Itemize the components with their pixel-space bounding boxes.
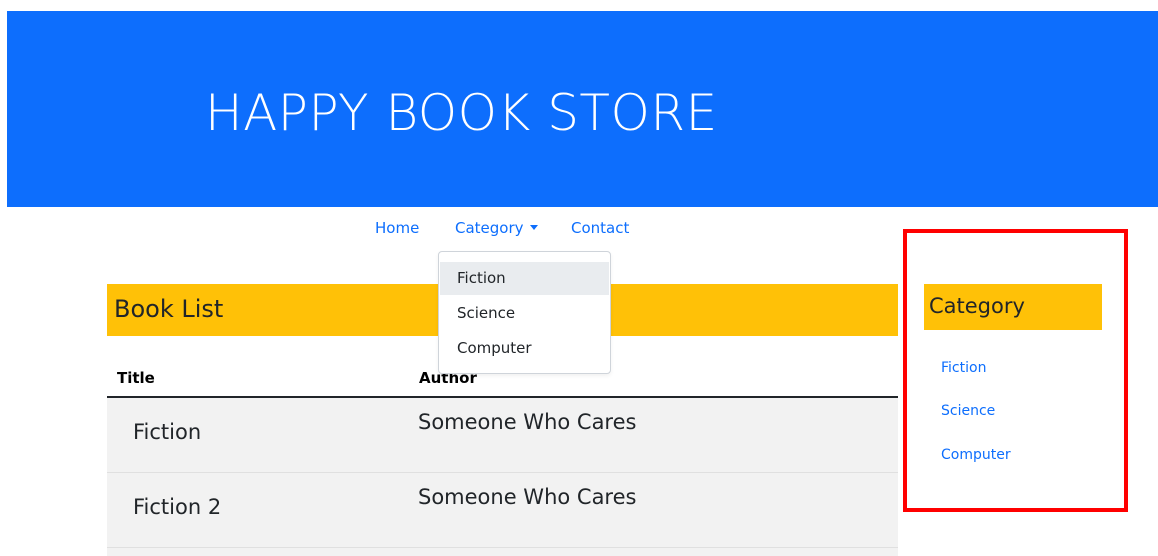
sidebar-link-science[interactable]: Science xyxy=(941,403,995,419)
book-title-cell: Fiction xyxy=(133,420,202,444)
dropdown-item-science[interactable]: Science xyxy=(440,297,609,330)
dropdown-item-fiction[interactable]: Fiction xyxy=(440,262,609,295)
sidebar-link-computer[interactable]: Computer xyxy=(941,447,1011,463)
book-title-cell: Fiction 2 xyxy=(133,495,222,519)
category-dropdown-menu: Fiction Science Computer xyxy=(438,251,611,374)
sidebar-link-fiction[interactable]: Fiction xyxy=(941,360,986,376)
book-author-cell: Someone Who Cares xyxy=(418,410,637,434)
nav-category-label: Category xyxy=(455,219,524,237)
dropdown-item-computer[interactable]: Computer xyxy=(440,332,609,365)
table-row: Fiction Someone Who Cares xyxy=(107,398,898,473)
table-row: Fiction 2 Someone Who Cares xyxy=(107,473,898,548)
sidebar-category-heading: Category xyxy=(924,284,1102,330)
caret-down-icon xyxy=(529,225,538,230)
site-title: HAPPY BOOK STORE xyxy=(205,84,718,142)
table-row xyxy=(107,548,898,556)
nav-contact-link[interactable]: Contact xyxy=(571,216,629,240)
sidebar-highlight-box xyxy=(903,229,1128,512)
column-header-title: Title xyxy=(117,369,155,387)
site-header: HAPPY BOOK STORE xyxy=(7,11,1158,207)
nav-category-dropdown-toggle[interactable]: Category xyxy=(455,216,538,240)
book-table: Title Author Fiction Someone Who Cares F… xyxy=(107,362,898,556)
page: HAPPY BOOK STORE Home Category Contact B… xyxy=(0,0,1158,556)
nav-home-link[interactable]: Home xyxy=(375,216,419,240)
book-list-heading-text: Book List xyxy=(114,295,224,323)
book-author-cell: Someone Who Cares xyxy=(418,485,637,509)
sidebar-heading-text: Category xyxy=(929,294,1025,318)
